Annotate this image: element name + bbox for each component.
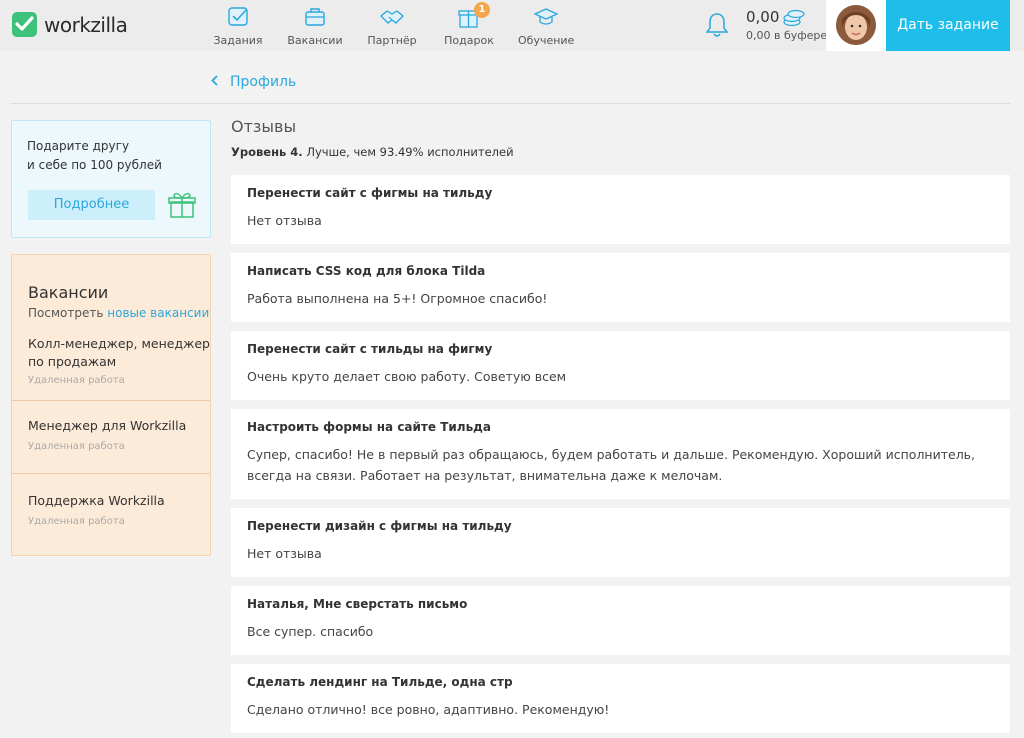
user-menu[interactable] (826, 0, 886, 51)
nav-learning[interactable]: Обучение (518, 4, 574, 50)
logo-check-icon (12, 12, 37, 37)
review-text: Нет отзыва (247, 546, 322, 561)
gift-promo-line1: Подарите другу (27, 139, 130, 153)
review-text: Супер, спасибо! Не в первый раз обращаюс… (247, 447, 976, 483)
review-title[interactable]: Наталья, Мне сверстать письмо (247, 597, 467, 611)
divider (11, 103, 1010, 104)
workzilla-logo[interactable]: workzilla (12, 12, 128, 37)
nav-learning-label: Обучение (518, 34, 575, 47)
review-title[interactable]: Сделать лендинг на Тильде, одна стр (247, 675, 513, 689)
gift-box-icon (167, 190, 197, 224)
review-text: Сделано отлично! все ровно, адаптивно. Р… (247, 702, 610, 717)
new-vacancies-link[interactable]: новые вакансии (107, 306, 209, 320)
review-card: Настроить формы на сайте Тильда Супер, с… (231, 409, 1010, 499)
vacancy-remote: Удаленная работа (28, 516, 125, 527)
nav-gift[interactable]: 1 Подарок (443, 2, 495, 50)
reviews-heading: Отзывы (231, 117, 297, 136)
vacancy-item[interactable]: Менеджер для Workzilla Удаленная работа (12, 401, 210, 473)
vacancy-title-line2: по продажам (28, 354, 117, 369)
vacancy-title: Колл-менеджер, менеджер по продажам (28, 335, 210, 371)
review-text: Все супер. спасибо (247, 624, 374, 639)
vacancy-remote: Удаленная работа (28, 375, 125, 386)
vacancy-remote: Удаленная работа (28, 441, 125, 452)
tasks-icon (225, 4, 251, 30)
nav-tasks-label: Задания (213, 34, 263, 47)
graduation-cap-icon (533, 4, 559, 30)
review-title[interactable]: Перенести сайт с фигмы на тильду (247, 186, 492, 200)
nav-partner[interactable]: Партнёр (366, 4, 418, 50)
review-text: Работа выполнена на 5+! Огромное спасибо… (247, 291, 548, 306)
review-card: Перенести дизайн с фигмы на тильду Нет о… (231, 508, 1010, 577)
nav-partner-label: Партнёр (367, 34, 417, 47)
reviews-level: Уровень 4. Лучше, чем 93.49% исполнителе… (231, 145, 514, 159)
review-title[interactable]: Перенести сайт с тильды на фигму (247, 342, 492, 356)
review-card: Написать CSS код для блока Tilda Работа … (231, 253, 1010, 322)
nav-vacancies[interactable]: Вакансии (287, 4, 343, 50)
avatar[interactable] (836, 5, 876, 45)
review-card: Перенести сайт с фигмы на тильду Нет отз… (231, 175, 1010, 244)
vacancies-card: Вакансии Посмотреть новые вакансии Колл-… (11, 254, 211, 556)
logo-text: workzilla (44, 12, 128, 37)
vacancies-icon (302, 4, 328, 30)
nav-tasks[interactable]: Задания (212, 4, 264, 50)
review-card: Сделать лендинг на Тильде, одна стр Сдел… (231, 664, 1010, 733)
gift-badge: 1 (474, 2, 490, 18)
gift-promo-text: Подарите другу и себе по 100 рублей (27, 137, 162, 175)
vacancies-see-prefix: Посмотреть (28, 306, 104, 320)
nav-vacancies-label: Вакансии (287, 34, 343, 47)
chevron-left-icon (211, 74, 218, 90)
gift-promo-line2: и себе по 100 рублей (27, 158, 162, 172)
coins-icon (782, 8, 806, 32)
vacancy-title-line1: Колл-менеджер, менеджер (28, 336, 210, 351)
gift-promo-card: Подарите другу и себе по 100 рублей Подр… (11, 120, 211, 238)
breadcrumb-profile[interactable]: Профиль (211, 74, 296, 90)
review-text: Нет отзыва (247, 213, 322, 228)
gift-details-button[interactable]: Подробнее (28, 190, 155, 220)
review-title[interactable]: Написать CSS код для блока Tilda (247, 264, 485, 278)
reviews-level-bold: Уровень 4. (231, 145, 303, 159)
vacancy-item[interactable]: Колл-менеджер, менеджер по продажам Удал… (12, 333, 210, 400)
gift-icon: 1 (456, 2, 490, 30)
vacancies-title: Вакансии (28, 283, 109, 302)
review-title[interactable]: Настроить формы на сайте Тильда (247, 420, 491, 434)
review-card: Перенести сайт с тильды на фигму Очень к… (231, 331, 1010, 400)
vacancy-title: Менеджер для Workzilla (28, 418, 187, 433)
vacancy-item[interactable]: Поддержка Workzilla Удаленная работа (12, 474, 210, 554)
partner-handshake-icon (379, 4, 405, 30)
vacancies-see-row: Посмотреть новые вакансии (28, 306, 209, 320)
vacancy-title: Поддержка Workzilla (28, 493, 165, 508)
reviews-level-text: Лучше, чем 93.49% исполнителей (306, 145, 514, 159)
breadcrumb-label: Профиль (230, 74, 297, 90)
top-header: workzilla Задания Вакансии Партнёр 1 Под… (0, 0, 1024, 51)
review-card: Наталья, Мне сверстать письмо Все супер.… (231, 586, 1010, 655)
review-title[interactable]: Перенести дизайн с фигмы на тильду (247, 519, 512, 533)
bell-icon[interactable] (705, 11, 729, 43)
nav-gift-label: Подарок (444, 34, 494, 47)
post-task-button[interactable]: Дать задание (886, 0, 1010, 51)
review-text: Очень круто делает свою работу. Советую … (247, 369, 567, 384)
